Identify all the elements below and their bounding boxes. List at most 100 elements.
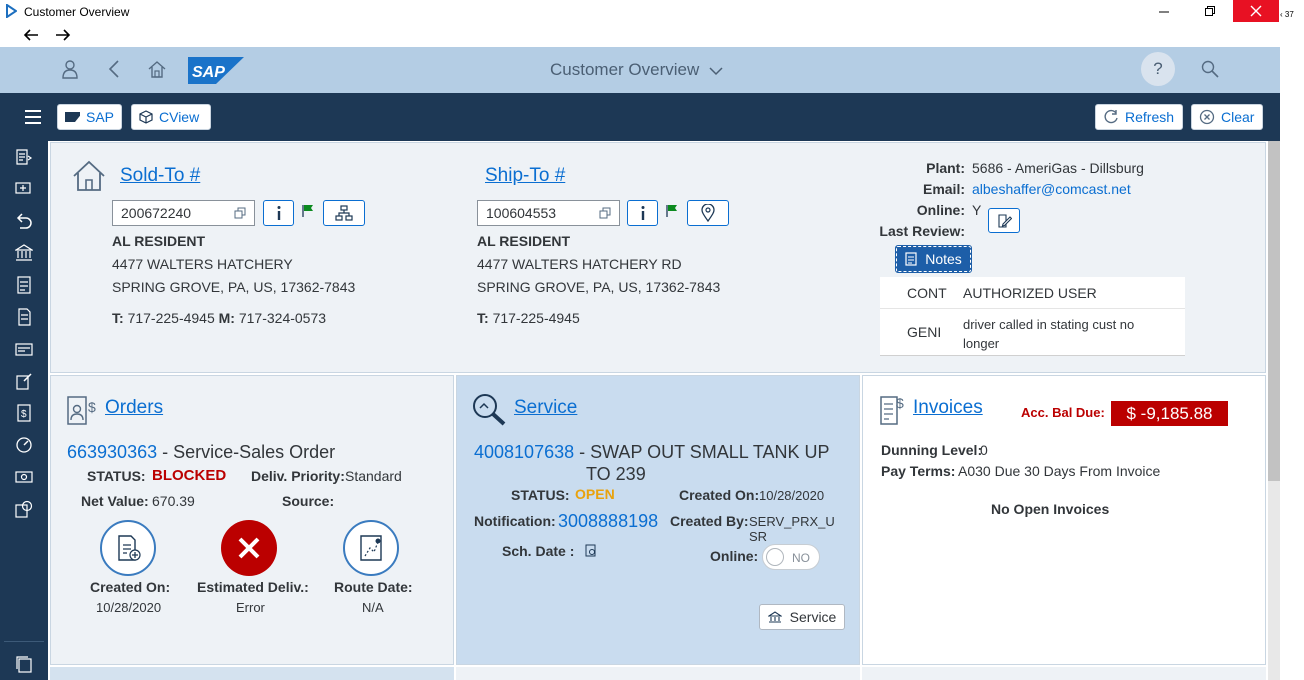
net-value-label: Net Value: — [81, 493, 149, 509]
plant-value: 5686 - AmeriGas - Dillsburg — [972, 160, 1144, 176]
shipto-location-button[interactable] — [687, 200, 729, 226]
svg-text:$: $ — [88, 399, 96, 415]
nav-edit-doc-icon[interactable] — [15, 372, 33, 390]
help-icon: ? — [1153, 59, 1163, 78]
nav-undo-icon[interactable] — [15, 212, 33, 230]
lower-panel-3 — [862, 667, 1266, 680]
order-heading: 663930363 - Service-Sales Order — [67, 442, 335, 463]
scrollbar-thumb[interactable] — [1268, 141, 1280, 481]
value-help-icon[interactable] — [234, 207, 246, 219]
created-by-value-cont: SR — [749, 529, 768, 544]
nav-invoice-icon[interactable]: $ — [15, 404, 33, 422]
source-label: Source: — [282, 493, 335, 509]
forward-arrow-icon[interactable] — [54, 27, 72, 43]
soldto-number-field[interactable]: 200672240 — [112, 200, 255, 226]
notification-link[interactable]: 3008888198 — [558, 511, 658, 532]
service-heading: 4008107638 - SWAP OUT SMALL TANK UP — [474, 442, 830, 463]
orders-title-link[interactable]: Orders — [105, 397, 163, 419]
review-edit-button[interactable] — [988, 208, 1020, 233]
soldto-flag-icon — [302, 205, 313, 217]
service-number-link[interactable]: 4008107638 — [474, 442, 574, 462]
edit-review-icon — [998, 213, 1012, 228]
value-help-icon[interactable] — [599, 207, 611, 219]
service-status-label: STATUS: — [511, 487, 570, 503]
nav-gauge-icon[interactable] — [15, 436, 33, 454]
left-nav: $ — [0, 141, 48, 680]
user-icon[interactable] — [60, 59, 80, 79]
created-by-label: Created By: — [670, 513, 749, 529]
nav-add-screen-icon[interactable] — [15, 180, 33, 198]
sap-button[interactable]: SAP — [57, 104, 122, 130]
order-status-value: BLOCKED — [152, 467, 227, 484]
service-button[interactable]: Service — [759, 604, 845, 630]
hierarchy-icon — [335, 205, 353, 221]
soldto-info-button[interactable] — [263, 200, 294, 226]
shipto-phones: T: 717-225-4945 — [477, 310, 580, 326]
svg-text:SAP: SAP — [192, 64, 225, 81]
nav-copy-icon[interactable] — [15, 655, 33, 673]
back-arrow-icon[interactable] — [22, 27, 40, 43]
schedule-icon[interactable] — [585, 544, 597, 558]
cview-button[interactable]: CView — [131, 104, 211, 130]
soldto-title-link[interactable]: Sold-To # — [120, 165, 200, 187]
shipto-number-field[interactable]: 100604553 — [477, 200, 620, 226]
estimated-deliv-circle — [221, 520, 277, 576]
refresh-button[interactable]: Refresh — [1095, 104, 1183, 130]
nav-report-icon[interactable] — [15, 148, 33, 166]
info-icon — [641, 206, 644, 220]
online-label: Online: — [916, 202, 965, 218]
restore-button[interactable] — [1187, 0, 1233, 22]
estimated-deliv-label: Estimated Deliv.: — [197, 579, 309, 595]
add-document-icon — [118, 535, 141, 561]
online-toggle[interactable]: NO — [762, 544, 820, 570]
nav-payment-icon[interactable] — [15, 500, 33, 518]
shipto-flag-icon — [666, 205, 677, 217]
svg-text:$: $ — [896, 395, 904, 411]
pay-terms-label: Pay Terms: — [881, 463, 956, 479]
soldto-m-value: 717-324-0573 — [238, 310, 327, 326]
clear-button[interactable]: Clear — [1191, 104, 1263, 130]
nav-card-icon[interactable] — [15, 340, 33, 358]
shipto-info-button[interactable] — [627, 200, 658, 226]
shipto-name: AL RESIDENT — [477, 233, 571, 249]
toolbar: SAP CView Refresh Clear — [0, 93, 1280, 141]
invoices-title-link[interactable]: Invoices — [913, 397, 983, 419]
deliv-priority-value: Standard — [345, 468, 402, 484]
soldto-number-value: 200672240 — [121, 205, 192, 221]
nav-document-icon[interactable] — [15, 308, 33, 326]
cview-button-label: CView — [159, 109, 200, 125]
service-description: - SWAP OUT SMALL TANK UP — [574, 442, 830, 462]
created-on-value: 10/28/2020 — [96, 600, 162, 615]
lower-panel-1 — [50, 667, 454, 680]
minimize-button[interactable] — [1141, 0, 1187, 22]
sch-date-label: Sch. Date : — [502, 543, 575, 559]
search-icon[interactable] — [1201, 60, 1219, 78]
back-icon[interactable] — [106, 59, 122, 79]
building-icon — [767, 611, 782, 623]
invoices-panel: $ Invoices Acc. Bal Due: $ -9,185.88 Dun… — [862, 375, 1266, 665]
menu-hamburger-icon[interactable] — [24, 109, 42, 125]
email-link[interactable]: albeshaffer@comcast.net — [972, 181, 1131, 197]
service-title-link[interactable]: Service — [514, 397, 577, 419]
online-value: Y — [972, 202, 982, 218]
notes-button[interactable]: Notes — [895, 245, 972, 273]
help-button[interactable]: ? — [1141, 52, 1175, 86]
notes-row: GENI driver called in stating cust no lo… — [880, 309, 1185, 356]
home-icon[interactable] — [147, 59, 167, 79]
created-on-label: Created On: — [90, 579, 171, 595]
balance-badge: $ -9,185.88 — [1111, 401, 1228, 426]
soldto-phones: T: 717-225-4945 M: 717-324-0573 — [112, 310, 326, 326]
soldto-hierarchy-button[interactable] — [323, 200, 365, 226]
soldto-t-value: 717-225-4945 — [127, 310, 215, 326]
nav-bank-icon[interactable] — [15, 244, 33, 262]
online-toggle-text: NO — [792, 551, 810, 565]
shell-title-menu[interactable]: Customer Overview — [550, 60, 724, 80]
shipto-title-link[interactable]: Ship-To # — [485, 165, 565, 187]
chevron-down-icon — [709, 66, 723, 75]
nav-money-icon[interactable] — [15, 468, 33, 486]
service-search-icon — [473, 394, 506, 426]
close-window-button[interactable] — [1233, 0, 1279, 22]
info-icon — [277, 206, 280, 220]
nav-checklist-icon[interactable] — [15, 276, 33, 294]
order-number-link[interactable]: 663930363 — [67, 442, 157, 462]
